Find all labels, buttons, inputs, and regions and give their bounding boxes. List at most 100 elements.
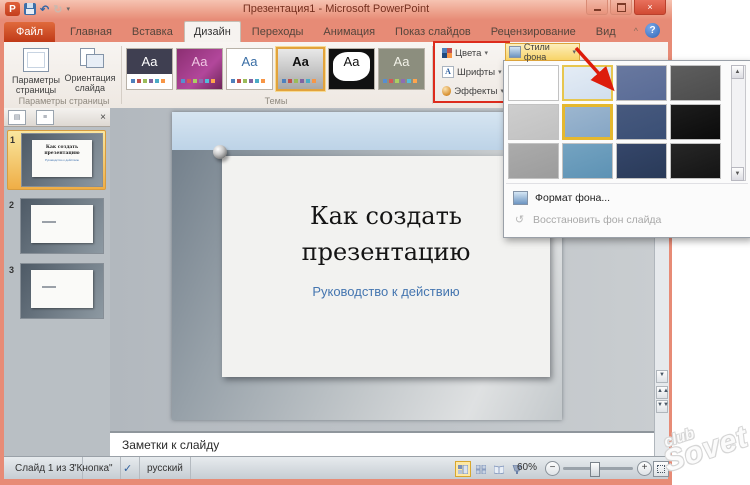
- page-setup-group-label: Параметры страницы: [10, 96, 118, 106]
- ribbon-tab-bar: Файл Главная Вставка Дизайн Переходы Ани…: [4, 20, 668, 42]
- bg-style-swatch-7[interactable]: [616, 104, 667, 140]
- thumbnail-subtitle: Руководство к действию: [32, 158, 93, 162]
- format-background-icon: [513, 191, 528, 205]
- annotation-red-arrow: [560, 40, 630, 100]
- theme-sample-text: Aa: [227, 49, 272, 75]
- language-badge[interactable]: русский: [140, 457, 191, 479]
- page-setup-label: Параметры страницы: [10, 75, 62, 96]
- thumbnail-text-line: [42, 221, 56, 223]
- thumbnail-card: Как создать презентацию Руководство к де…: [32, 140, 93, 176]
- status-bar: Слайд 1 из 3 "Кнопка" ✓ русский 60% −: [4, 456, 668, 479]
- minimize-icon: [594, 9, 601, 11]
- tab-view[interactable]: Вид: [587, 22, 625, 42]
- bg-style-swatch-10[interactable]: [562, 143, 613, 179]
- page-setup-button[interactable]: Параметры страницы: [10, 46, 62, 98]
- theme-thumbnail-1[interactable]: Aa: [126, 48, 173, 90]
- next-slide-icon[interactable]: ▼▼: [656, 400, 668, 413]
- close-button[interactable]: ×: [634, 0, 666, 15]
- theme-color-dots: [383, 79, 420, 83]
- theme-thumbnail-2[interactable]: Aa: [176, 48, 223, 90]
- reset-background-menu-item[interactable]: ↺ Восстановить фон слайда: [506, 209, 748, 231]
- slide-title[interactable]: Как создать презентацию: [238, 198, 533, 270]
- screenshot: P ↶ ↻ ▾ Презентация1 - Microsoft PowerPo…: [0, 0, 750, 485]
- tab-slideshow[interactable]: Показ слайдов: [386, 22, 480, 42]
- tab-file[interactable]: Файл: [4, 22, 55, 42]
- slide-2-thumbnail[interactable]: [20, 198, 104, 254]
- minimize-button[interactable]: [586, 0, 608, 15]
- tab-insert[interactable]: Вставка: [123, 22, 182, 42]
- bg-style-swatch-12[interactable]: [670, 143, 721, 179]
- title-bar: P ↶ ↻ ▾ Презентация1 - Microsoft PowerPo…: [0, 0, 672, 20]
- slide-orientation-label: Ориентация слайда: [64, 73, 116, 94]
- slide-thumbnail-row-3[interactable]: 3: [7, 261, 106, 321]
- maximize-icon: [617, 3, 626, 12]
- scroll-down-icon[interactable]: ▼: [656, 370, 668, 383]
- theme-thumbnail-4-selected[interactable]: Aa: [276, 47, 325, 91]
- reading-view-button[interactable]: [491, 461, 507, 477]
- tab-review[interactable]: Рецензирование: [482, 22, 585, 42]
- thumbnail-card: [31, 205, 93, 243]
- notes-pane[interactable]: Заметки к слайду: [110, 431, 654, 456]
- theme-color-dots: [131, 79, 168, 83]
- tab-outline[interactable]: ≡: [36, 110, 54, 125]
- tab-home[interactable]: Главная: [61, 22, 121, 42]
- menu-separator: [506, 183, 748, 184]
- scroll-down-icon[interactable]: ▼: [731, 167, 744, 181]
- theme-thumbnail-5[interactable]: Aa: [328, 48, 375, 90]
- format-background-label: Формат фона...: [535, 192, 610, 204]
- theme-name-badge[interactable]: "Кнопка": [66, 457, 121, 479]
- tab-design[interactable]: Дизайн: [184, 21, 241, 42]
- spell-check-icon[interactable]: ✓: [116, 457, 140, 479]
- bg-style-swatch-1[interactable]: [508, 65, 559, 101]
- window-title: Презентация1 - Microsoft PowerPoint: [0, 3, 672, 15]
- annotation-red-box: [433, 41, 510, 103]
- zoom-slider[interactable]: [563, 467, 633, 470]
- tab-animations[interactable]: Анимация: [314, 22, 384, 42]
- theme-thumbnail-3[interactable]: Aa: [226, 48, 273, 90]
- format-background-menu-item[interactable]: Формат фона...: [506, 187, 748, 209]
- slides-panel-header: ▤ ≡ ×: [4, 108, 110, 127]
- theme-sample-text: Aa: [379, 49, 424, 75]
- scroll-up-icon[interactable]: ▲: [731, 65, 744, 79]
- bg-style-swatch-6-selected[interactable]: [562, 104, 613, 140]
- slides-panel: ▤ ≡ × 1 Как создать презентацию Руководс…: [4, 108, 111, 456]
- slide-orientation-button[interactable]: Ориентация слайда: [64, 46, 116, 98]
- close-panel-icon[interactable]: ×: [100, 112, 106, 123]
- slide-thumbnail-row-1[interactable]: 1 Как создать презентацию Руководство к …: [7, 130, 106, 190]
- slide-3-thumbnail[interactable]: [20, 263, 104, 319]
- tab-transitions[interactable]: Переходы: [243, 22, 313, 42]
- theme-thumbnail-6[interactable]: Aa: [378, 48, 425, 90]
- pushpin-icon: [213, 145, 227, 159]
- slide-orientation-icon: [78, 48, 102, 70]
- slide-note-card: Как создать презентацию Руководство к де…: [222, 156, 550, 377]
- slide-number: 2: [9, 198, 17, 254]
- zoom-in-icon[interactable]: +: [637, 461, 652, 476]
- zoom-slider-thumb[interactable]: [590, 462, 600, 477]
- previous-slide-icon[interactable]: ▲▲: [656, 386, 668, 399]
- slide-sorter-view-button[interactable]: [473, 461, 489, 477]
- dropdown-scrollbar[interactable]: ▲ ▼: [731, 65, 746, 181]
- theme-sample-text: Aa: [177, 49, 222, 75]
- zoom-level[interactable]: 60%: [517, 462, 537, 473]
- notes-placeholder: Заметки к слайду: [122, 438, 219, 452]
- page-setup-icon: [23, 48, 49, 72]
- slide-subtitle[interactable]: Руководство к действию: [238, 284, 533, 299]
- reading-view-icon: [494, 465, 504, 474]
- normal-view-icon: [458, 465, 468, 474]
- slide-1-thumbnail[interactable]: Как создать презентацию Руководство к де…: [21, 133, 103, 187]
- theme-sample-text: Aa: [127, 49, 172, 75]
- bg-style-swatch-4[interactable]: [670, 65, 721, 101]
- theme-sample-text: Aa: [329, 49, 374, 75]
- bg-style-swatch-9[interactable]: [508, 143, 559, 179]
- normal-view-button[interactable]: [455, 461, 471, 477]
- bg-style-swatch-8[interactable]: [670, 104, 721, 140]
- background-styles-icon: [509, 46, 521, 58]
- themes-group-label: Темы: [126, 96, 426, 106]
- bg-style-swatch-5[interactable]: [508, 104, 559, 140]
- reset-background-icon: ↺: [513, 214, 526, 226]
- zoom-out-icon[interactable]: −: [545, 461, 560, 476]
- slide-thumbnail-row-2[interactable]: 2: [7, 196, 106, 256]
- tab-slides-thumbnails[interactable]: ▤: [8, 110, 26, 125]
- bg-style-swatch-11[interactable]: [616, 143, 667, 179]
- maximize-button[interactable]: [610, 0, 632, 15]
